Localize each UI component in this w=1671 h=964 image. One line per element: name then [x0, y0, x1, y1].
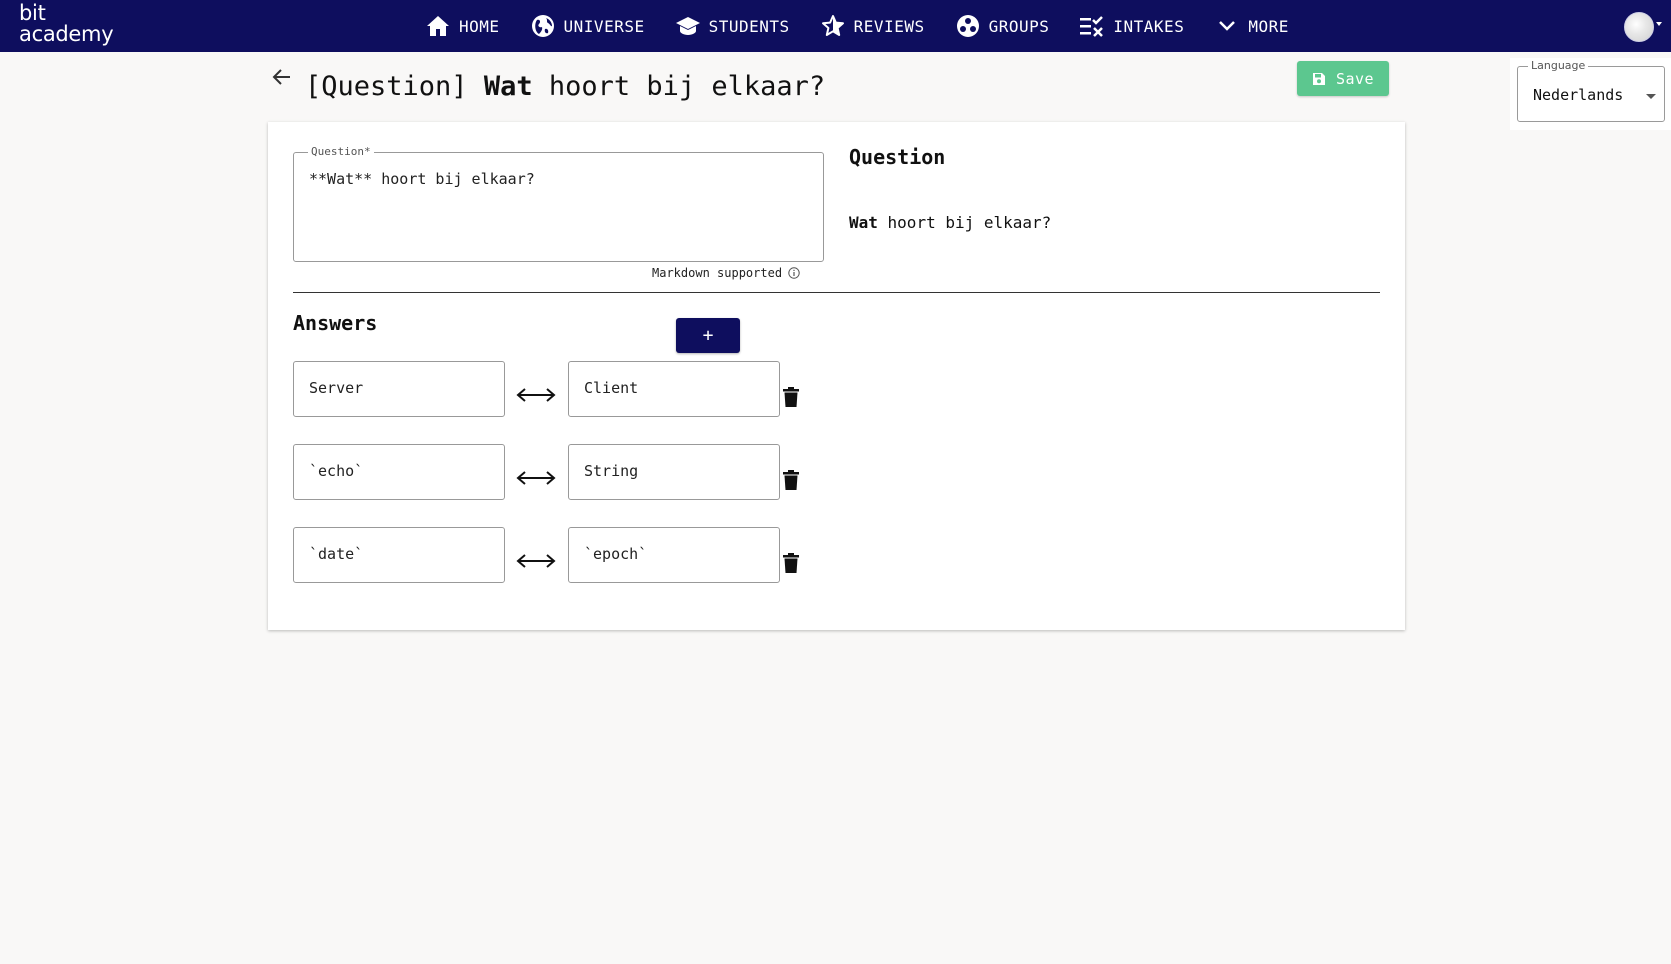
logo-line-1: bit: [19, 1, 46, 25]
nav-reviews[interactable]: REVIEWS: [820, 0, 925, 52]
answer-left-value: Server: [309, 379, 364, 397]
nav-more[interactable]: MORE: [1214, 0, 1289, 52]
graduation-cap-icon: [675, 13, 701, 39]
checklist-icon: [1079, 13, 1105, 39]
chevron-down-icon: [1214, 13, 1240, 39]
nav-home-label: HOME: [459, 16, 500, 36]
answer-right-input[interactable]: String: [568, 444, 780, 500]
add-answer-button[interactable]: +: [676, 318, 740, 353]
preview-rest: hoort bij elkaar?: [877, 213, 1052, 232]
title-bold: Wat: [483, 71, 533, 102]
language-panel: Language Nederlands: [1510, 58, 1671, 130]
double-arrow-icon: [516, 554, 556, 568]
save-button[interactable]: Save: [1297, 61, 1389, 96]
trash-icon[interactable]: [783, 387, 799, 407]
nav-universe[interactable]: UNIVERSE: [530, 0, 645, 52]
bit-academy-logo[interactable]: bit academy: [19, 1, 114, 46]
nav-groups[interactable]: GROUPS: [955, 0, 1050, 52]
answer-pair-row: Server Client: [293, 361, 813, 417]
nav-intakes-label: INTAKES: [1113, 16, 1185, 36]
star-icon: [820, 13, 846, 39]
main-nav: HOME UNIVERSE STUDENTS REVIEWS GROUPS IN…: [425, 0, 1289, 52]
answer-left-input[interactable]: `date`: [293, 527, 505, 583]
answer-right-input[interactable]: `epoch`: [568, 527, 780, 583]
title-rest: hoort bij elkaar?: [532, 71, 826, 102]
answer-right-value: `epoch`: [584, 545, 648, 563]
nav-reviews-label: REVIEWS: [853, 16, 925, 36]
preview-heading: Question: [849, 145, 946, 169]
nav-more-label: MORE: [1248, 16, 1289, 36]
markdown-note: Markdown supported: [652, 266, 800, 280]
answer-left-input[interactable]: `echo`: [293, 444, 505, 500]
home-icon: [425, 13, 451, 39]
trash-icon[interactable]: [783, 553, 799, 573]
nav-students-label: STUDENTS: [708, 16, 790, 36]
nav-home[interactable]: HOME: [425, 0, 500, 52]
globe-icon: [530, 13, 556, 39]
top-navbar: bit academy HOME UNIVERSE STUDENTS REVIE…: [0, 0, 1671, 52]
language-legend: Language: [1528, 59, 1589, 72]
user-avatar[interactable]: [1624, 12, 1654, 42]
answer-right-value: Client: [584, 379, 639, 397]
double-arrow-icon: [516, 388, 556, 402]
answer-left-value: `echo`: [309, 462, 364, 480]
question-legend: Question*: [308, 145, 374, 158]
language-select[interactable]: Language Nederlands: [1517, 59, 1665, 122]
answer-left-input[interactable]: Server: [293, 361, 505, 417]
groups-icon: [955, 13, 981, 39]
floppy-disk-icon: [1312, 72, 1326, 86]
double-arrow-icon: [516, 471, 556, 485]
title-prefix: [Question]: [305, 71, 484, 102]
avatar-caret-icon[interactable]: [1656, 22, 1662, 26]
answers-heading: Answers: [293, 311, 378, 335]
logo-line-2: academy: [19, 22, 114, 46]
preview-text: Wat hoort bij elkaar?: [849, 213, 1051, 232]
nav-groups-label: GROUPS: [988, 16, 1050, 36]
save-button-label: Save: [1335, 69, 1375, 88]
nav-students[interactable]: STUDENTS: [675, 0, 790, 52]
language-value: Nederlands: [1533, 86, 1624, 104]
nav-universe-label: UNIVERSE: [563, 16, 645, 36]
answer-right-input[interactable]: Client: [568, 361, 780, 417]
question-textarea[interactable]: Question* **Wat** hoort bij elkaar?: [293, 145, 824, 262]
markdown-note-label: Markdown supported: [652, 266, 783, 280]
trash-icon[interactable]: [783, 470, 799, 490]
preview-bold: Wat: [849, 213, 878, 232]
answer-pair-row: `echo` String: [293, 444, 813, 500]
page-title: [Question] Wat hoort bij elkaar?: [305, 70, 825, 104]
answer-pair-row: `date` `epoch`: [293, 527, 813, 583]
answer-right-value: String: [584, 462, 639, 480]
back-arrow-icon[interactable]: [271, 66, 293, 88]
dropdown-caret-icon: [1646, 94, 1656, 99]
answer-left-value: `date`: [309, 545, 364, 563]
question-value: **Wat** hoort bij elkaar?: [309, 170, 535, 188]
nav-intakes[interactable]: INTAKES: [1079, 0, 1184, 52]
divider: [293, 292, 1380, 293]
info-icon[interactable]: [788, 267, 800, 279]
